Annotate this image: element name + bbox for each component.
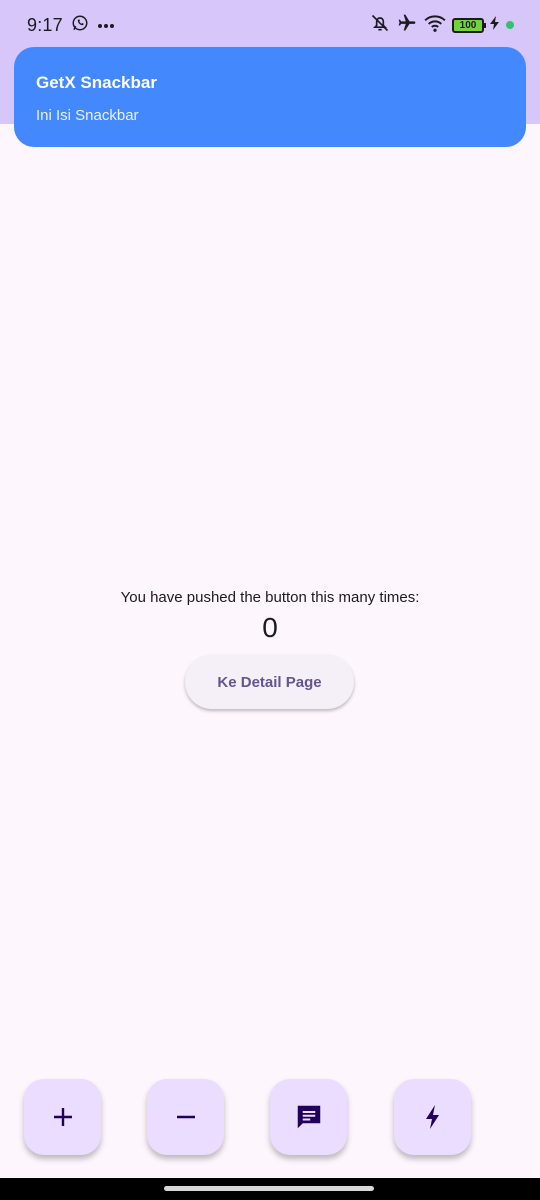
silent-bell-icon bbox=[370, 13, 390, 38]
snackbar-message: Ini Isi Snackbar bbox=[36, 107, 139, 124]
flash-icon bbox=[421, 1104, 445, 1130]
status-time: 9:17 bbox=[27, 14, 63, 35]
snackbar-title: GetX Snackbar bbox=[36, 73, 157, 92]
remove-icon bbox=[174, 1105, 198, 1129]
message-icon bbox=[294, 1102, 324, 1132]
home-gesture-handle[interactable] bbox=[164, 1186, 374, 1191]
decrement-fab[interactable] bbox=[147, 1079, 224, 1155]
battery-indicator: 100 bbox=[452, 17, 486, 33]
snackbar-fab[interactable] bbox=[270, 1079, 347, 1155]
airplane-icon bbox=[396, 13, 418, 38]
more-notifications-icon bbox=[97, 16, 115, 34]
flash-fab[interactable] bbox=[394, 1079, 471, 1155]
charging-dot-icon bbox=[506, 21, 514, 29]
whatsapp-icon bbox=[71, 14, 89, 37]
snackbar[interactable]: GetX Snackbar Ini Isi Snackbar bbox=[14, 47, 526, 147]
counter-label: You have pushed the button this many tim… bbox=[120, 589, 420, 606]
navigation-bar bbox=[0, 1178, 540, 1200]
counter-value: 0 bbox=[262, 612, 278, 643]
detail-page-button[interactable]: Ke Detail Page bbox=[185, 655, 354, 709]
status-bar: 9:17 100 bbox=[0, 0, 540, 50]
increment-fab[interactable] bbox=[24, 1079, 101, 1155]
wifi-icon bbox=[424, 14, 446, 37]
charging-icon bbox=[490, 15, 500, 35]
add-icon bbox=[51, 1105, 75, 1129]
